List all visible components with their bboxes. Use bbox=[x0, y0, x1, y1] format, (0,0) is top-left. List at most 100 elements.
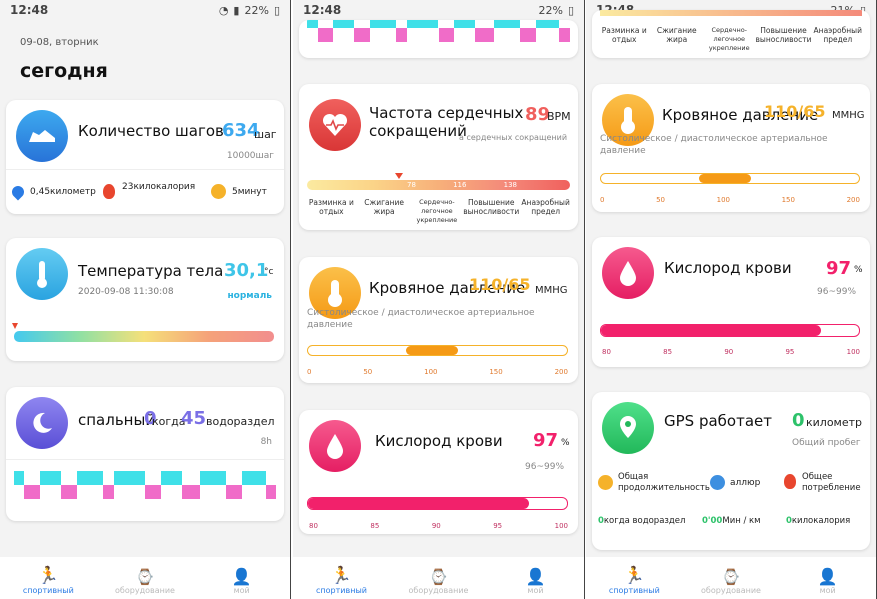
gps-pace-label: аллюр bbox=[730, 478, 761, 488]
sleep-segment bbox=[370, 20, 397, 28]
sleep-chart bbox=[14, 467, 276, 505]
status-bar: 12:48 ◔ ▮ 22% ▯ bbox=[0, 0, 290, 20]
sleep-segment bbox=[14, 471, 25, 485]
sleep-segment bbox=[103, 485, 114, 499]
heart-rate-card[interactable]: Частота сердечных сокращений 89 BPM а се… bbox=[299, 84, 578, 230]
tab-equipment[interactable]: ⌚ оборудование bbox=[683, 557, 780, 599]
flame-icon bbox=[103, 184, 115, 199]
watch-icon: ⌚ bbox=[721, 568, 741, 586]
gps-duration-value: 0когда водораздел bbox=[598, 516, 686, 526]
flame-icon bbox=[784, 474, 796, 489]
oxygen-title: Кислород крови bbox=[664, 259, 792, 277]
temperature-title: Температура тела bbox=[78, 262, 224, 280]
steps-title: Количество шагов bbox=[78, 122, 224, 140]
tab-equipment[interactable]: ⌚ оборудование bbox=[97, 557, 194, 599]
sleep-segment bbox=[333, 20, 355, 28]
tab-sport[interactable]: 🏃 спортивный bbox=[586, 557, 683, 599]
sleep-segment bbox=[493, 20, 521, 28]
temperature-card[interactable]: Температура тела 30,1 °c 2020-09-08 11:3… bbox=[6, 238, 284, 361]
gps-consumption-value: 0килокалория bbox=[786, 516, 851, 526]
heart-zones: Разминка и отдых Сжигание жира Сердечно-ле… bbox=[601, 26, 862, 52]
pressure-subtitle: Систолическое / диастолическое артериаль… bbox=[307, 308, 535, 330]
sleep-segment bbox=[396, 28, 407, 42]
oxygen-card[interactable]: Кислород крови 97 % 96~99% 80 85 90 95 100 bbox=[592, 237, 870, 367]
sleep-segment bbox=[265, 485, 276, 499]
sleep-unit: водораздел bbox=[206, 415, 275, 428]
temperature-timestamp: 2020-09-08 11:30:08 bbox=[78, 287, 174, 297]
sleep-segment bbox=[241, 471, 266, 485]
oxygen-value: 97 bbox=[533, 430, 559, 451]
tab-bar: 🏃 спортивный ⌚ оборудование 👤 мой bbox=[0, 557, 290, 599]
oxygen-range: 96~99% bbox=[525, 462, 564, 472]
battery-label: 22% bbox=[538, 3, 563, 17]
sleep-segment bbox=[40, 471, 62, 485]
sleep-segment bbox=[181, 485, 200, 499]
moon-icon bbox=[16, 397, 68, 449]
steps-minutes: 5минут bbox=[232, 187, 267, 197]
sleep-segment bbox=[406, 20, 439, 28]
gps-value: 0 bbox=[792, 410, 805, 431]
pressure-unit: MMHG bbox=[535, 285, 568, 296]
tab-sport[interactable]: 🏃 спортивный bbox=[0, 557, 97, 599]
heart-pointer bbox=[395, 173, 403, 179]
runner-icon: 🏃 bbox=[623, 566, 645, 586]
oxygen-ticks: 80 85 90 95 100 bbox=[602, 348, 860, 356]
sleep-hours: 8h bbox=[260, 437, 272, 447]
tab-equipment[interactable]: ⌚ оборудование bbox=[390, 557, 487, 599]
heart-zones: Разминка и отдых Сжигание жира Сердечно-ле… bbox=[308, 198, 570, 224]
oxygen-title: Кислород крови bbox=[375, 432, 503, 450]
battery-label: 22% bbox=[244, 3, 269, 17]
person-icon: 👤 bbox=[525, 567, 546, 586]
gps-pace-value: 0'00Мин / км bbox=[702, 516, 761, 526]
steps-card[interactable]: Количество шагов 634 шаг 10000шаг 0,45ки… bbox=[6, 100, 284, 214]
pressure-value: 110/65 bbox=[469, 275, 531, 294]
pressure-card[interactable]: Кровяное давление 110/65 MMHG Систоличес… bbox=[592, 84, 870, 212]
gps-card[interactable]: GPS работает 0 километр Общий пробег Общ… bbox=[592, 392, 870, 550]
sleep-chart bbox=[307, 20, 570, 48]
sleep-card-partial[interactable] bbox=[299, 20, 578, 58]
oxygen-unit: % bbox=[854, 265, 863, 275]
sleep-segment bbox=[61, 485, 77, 499]
sleep-segment bbox=[145, 485, 161, 499]
oxygen-card[interactable]: Кислород крови 97 % 96~99% 80 85 90 95 100 bbox=[299, 410, 578, 534]
pressure-ticks: 0 50 100 150 200 bbox=[600, 196, 860, 204]
sleep-segment bbox=[200, 471, 227, 485]
steps-distance: 0,45километр bbox=[30, 187, 96, 197]
sleep-card[interactable]: спальный 0 когда 45 водораздел 8h bbox=[6, 387, 284, 521]
sleep-segment bbox=[438, 28, 455, 42]
drop-icon bbox=[602, 247, 654, 299]
sleep-segment bbox=[113, 471, 145, 485]
oxygen-range: 96~99% bbox=[817, 287, 856, 297]
clock-icon bbox=[211, 184, 226, 199]
pressure-card[interactable]: Кровяное давление 110/65 MMHG Систоличес… bbox=[299, 257, 578, 383]
watch-icon: ⌚ bbox=[429, 568, 448, 586]
sleep-value-minutes: 45 bbox=[181, 408, 207, 429]
temperature-unit: °c bbox=[264, 267, 274, 277]
tab-me[interactable]: 👤 мой bbox=[779, 557, 876, 599]
gps-title: GPS работает bbox=[664, 412, 772, 430]
divider bbox=[6, 169, 284, 170]
pressure-indicator bbox=[699, 174, 751, 183]
sleep-segment bbox=[454, 20, 476, 28]
header-date: 09-08, вторник bbox=[20, 37, 99, 48]
wifi-icon: ◔ bbox=[218, 3, 229, 17]
sleep-segment bbox=[76, 471, 104, 485]
tab-sport[interactable]: 🏃 спортивный bbox=[293, 557, 390, 599]
shoe-icon bbox=[16, 110, 68, 162]
sleep-segment bbox=[160, 471, 182, 485]
watch-icon: ⌚ bbox=[135, 568, 155, 586]
tab-me[interactable]: 👤 мой bbox=[193, 557, 290, 599]
gps-subtitle: Общий пробег bbox=[792, 438, 861, 448]
speed-icon bbox=[710, 475, 725, 490]
sleep-segment bbox=[520, 28, 536, 42]
sleep-segment bbox=[535, 20, 560, 28]
pressure-indicator bbox=[406, 346, 459, 355]
clock-icon bbox=[598, 475, 613, 490]
heart-zones-partial[interactable]: Разминка и отдых Сжигание жира Сердечно-ле… bbox=[592, 10, 870, 58]
panel-today: 12:48 ◔ ▮ 22% ▯ 09-08, вторник сегодня Коли… bbox=[0, 0, 291, 599]
sleep-segment bbox=[475, 28, 494, 42]
tab-me[interactable]: 👤 мой bbox=[487, 557, 584, 599]
heart-unit: BPM bbox=[547, 110, 571, 123]
person-icon: 👤 bbox=[231, 567, 252, 586]
sleep-segment bbox=[317, 28, 334, 42]
